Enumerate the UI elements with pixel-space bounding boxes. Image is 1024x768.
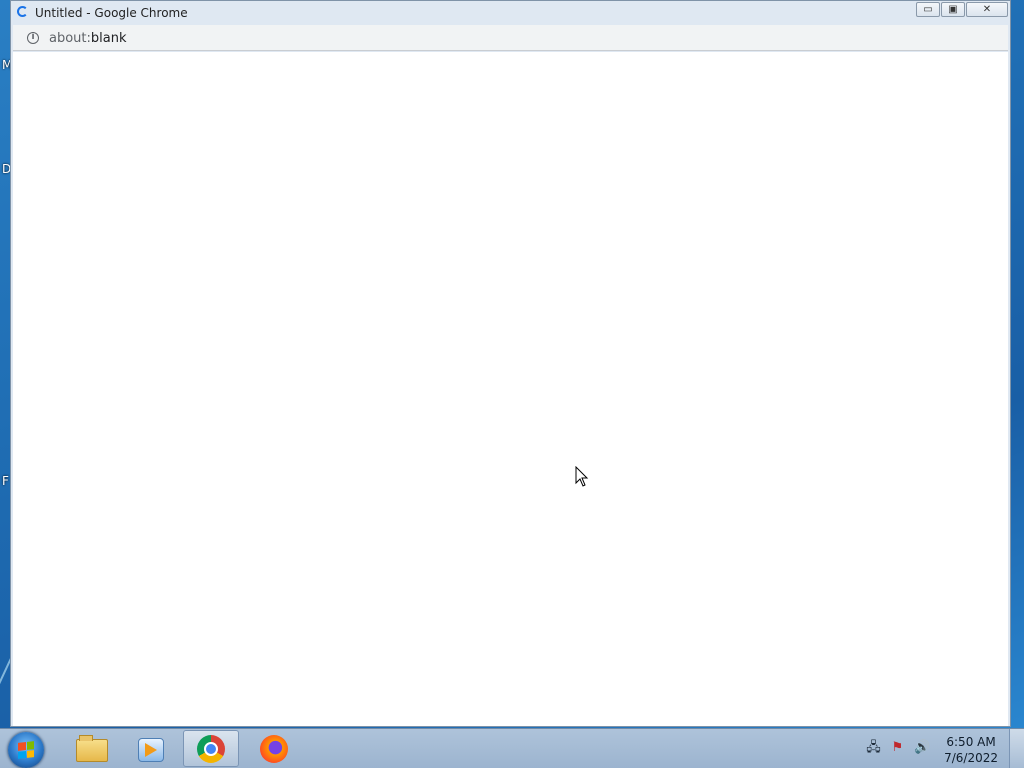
page-content[interactable] — [13, 52, 1008, 726]
start-button[interactable] — [8, 732, 44, 768]
show-desktop-button[interactable] — [1009, 729, 1024, 768]
url-path: blank — [90, 31, 127, 46]
maximize-button[interactable]: ▣ — [941, 2, 965, 17]
desktop-icon-label-partial[interactable]: F — [2, 474, 9, 488]
windows-logo-icon — [18, 741, 34, 759]
network-icon[interactable]: 🖧 — [866, 741, 881, 755]
firefox-icon — [260, 735, 288, 763]
clock-date: 7/6/2022 — [944, 751, 998, 765]
taskbar-item-firefox[interactable] — [245, 730, 301, 767]
loading-spinner-icon — [17, 6, 28, 17]
chrome-window[interactable]: Untitled - Google Chrome ▭ ▣ ✕ i about:b… — [10, 0, 1011, 727]
clock-time: 6:50 AM — [946, 735, 996, 749]
mouse-cursor-icon — [575, 466, 589, 487]
url-scheme: about: — [49, 31, 91, 46]
taskbar: 🖧 ⚑ 🔊 6:50 AM 7/6/2022 — [0, 728, 1024, 768]
clock[interactable]: 6:50 AM 7/6/2022 — [944, 734, 998, 766]
close-button[interactable]: ✕ — [966, 2, 1008, 17]
restore-icon: ▣ — [948, 4, 958, 15]
taskbar-item-chrome[interactable] — [183, 730, 239, 767]
address-bar[interactable]: i about:blank — [13, 25, 1008, 51]
minimize-button[interactable]: ▭ — [916, 2, 940, 17]
media-player-icon — [138, 738, 164, 762]
url-text[interactable]: about:blank — [49, 31, 127, 46]
folder-icon — [76, 735, 108, 762]
window-controls: ▭ ▣ ✕ — [915, 2, 1008, 17]
info-icon[interactable]: i — [27, 32, 39, 44]
title-bar[interactable]: Untitled - Google Chrome ▭ ▣ ✕ — [11, 1, 1010, 25]
system-tray: 🖧 ⚑ 🔊 6:50 AM 7/6/2022 — [834, 729, 1024, 768]
taskbar-item-media-player[interactable] — [122, 730, 178, 767]
window-title: Untitled - Google Chrome — [35, 6, 188, 20]
minimize-icon: ▭ — [923, 4, 933, 15]
close-icon: ✕ — [982, 4, 992, 15]
chrome-icon — [197, 735, 225, 763]
action-center-flag-icon[interactable]: ⚑ — [890, 741, 905, 755]
taskbar-item-file-explorer[interactable] — [62, 730, 118, 767]
volume-icon[interactable]: 🔊 — [914, 741, 930, 755]
